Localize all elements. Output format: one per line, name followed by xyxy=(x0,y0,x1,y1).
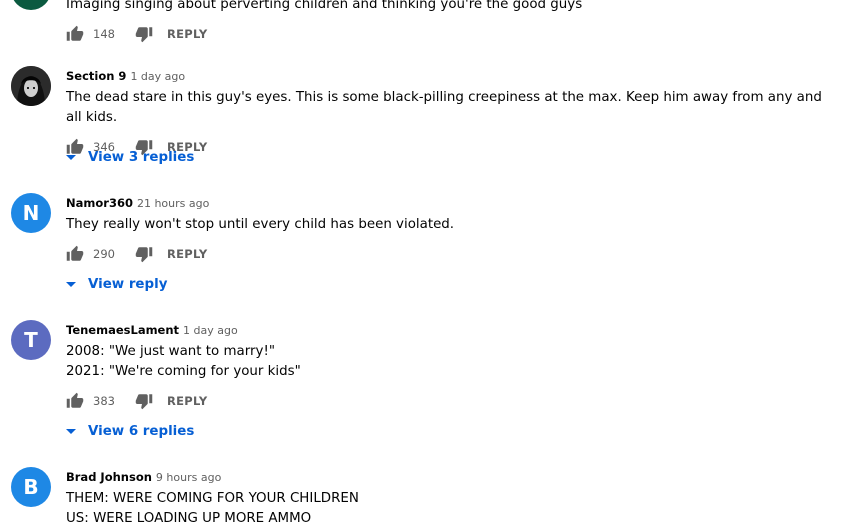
comment-actions: 290 REPLY xyxy=(66,242,839,266)
view-replies-label: View 3 replies xyxy=(88,149,195,165)
thumb-down-icon[interactable] xyxy=(135,245,153,263)
author-name[interactable]: Namor360 xyxy=(66,196,133,210)
avatar-letter: T xyxy=(24,328,38,352)
caret-down-icon xyxy=(66,279,76,289)
caret-down-icon xyxy=(66,426,76,436)
like-count: 148 xyxy=(93,27,115,41)
avatar-image xyxy=(11,66,51,106)
comment-text: 2008: "We just want to marry!" 2021: "We… xyxy=(66,344,301,379)
avatar[interactable]: B xyxy=(11,467,51,507)
avatar[interactable] xyxy=(11,66,51,106)
comment-timestamp[interactable]: 21 hours ago xyxy=(137,197,209,210)
avatar-letter: B xyxy=(23,475,39,499)
thumb-up-icon[interactable] xyxy=(66,25,84,43)
like-count: 290 xyxy=(93,247,115,261)
thumb-down-icon[interactable] xyxy=(135,25,153,43)
comment-timestamp[interactable]: 9 hours ago xyxy=(156,471,221,484)
view-replies-button[interactable]: View 6 replies xyxy=(66,421,194,441)
like-count: 383 xyxy=(93,394,115,408)
view-replies-label: View 6 replies xyxy=(88,423,195,439)
comment-actions: 383 REPLY xyxy=(66,389,839,413)
thumb-up-icon[interactable] xyxy=(66,392,84,410)
comment-text: The dead stare in this guy's eyes. This … xyxy=(66,90,822,125)
comment-text: Imaging singing about perverting childre… xyxy=(66,0,583,12)
view-replies-label: View reply xyxy=(88,276,168,292)
comment-header: Namor360 21 hours ago xyxy=(66,196,839,214)
thumb-down-icon[interactable] xyxy=(135,392,153,410)
avatar[interactable]: T xyxy=(11,320,51,360)
comment-header: Section 9 1 day ago xyxy=(66,69,839,87)
comment-text: They really won't stop until every child… xyxy=(66,217,455,232)
comment-actions: 148 REPLY xyxy=(66,22,839,46)
comment-timestamp[interactable]: 1 day ago xyxy=(130,70,185,83)
reply-button[interactable]: REPLY xyxy=(167,394,208,408)
author-name[interactable]: Section 9 xyxy=(66,69,126,83)
comment-timestamp[interactable]: 1 day ago xyxy=(183,324,238,337)
comment-text: THEM: WERE COMING FOR YOUR CHILDREN US: … xyxy=(66,491,359,525)
reply-button[interactable]: REPLY xyxy=(167,247,208,261)
avatar-letter: N xyxy=(22,201,40,225)
avatar[interactable] xyxy=(11,0,51,10)
author-name[interactable]: Brad Johnson xyxy=(66,470,152,484)
caret-down-icon xyxy=(66,152,76,162)
reply-button[interactable]: REPLY xyxy=(167,27,208,41)
view-replies-button[interactable]: View reply xyxy=(66,274,167,294)
author-name[interactable]: TenemaesLament xyxy=(66,323,179,337)
comment-header: TenemaesLament 1 day ago xyxy=(66,323,839,341)
thumb-up-icon[interactable] xyxy=(66,245,84,263)
comments-section: Imaging singing about perverting childre… xyxy=(0,0,849,525)
comment-header: Brad Johnson 9 hours ago xyxy=(66,470,839,488)
avatar[interactable]: N xyxy=(11,193,51,233)
view-replies-button[interactable]: View 3 replies xyxy=(66,147,194,167)
